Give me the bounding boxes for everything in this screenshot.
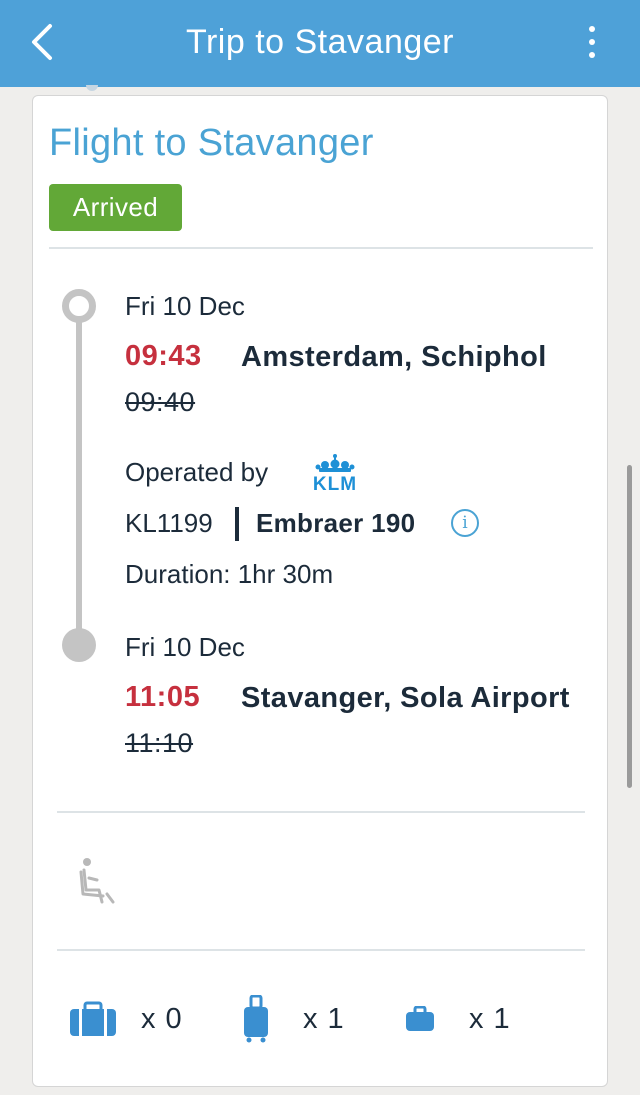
departure-time-scheduled: 09:40 (125, 387, 196, 417)
departure-node (62, 289, 96, 323)
departure-place: Amsterdam, Schiphol (241, 341, 547, 373)
departure-time-actual: 09:43 (125, 340, 202, 372)
more-options-button[interactable] (584, 22, 600, 62)
checked-baggage[interactable]: x 0 (69, 994, 183, 1044)
app-header: Trip to Stavanger (0, 0, 640, 87)
info-icon: i (462, 513, 468, 533)
arrival-date: Fri 10 Dec (125, 632, 245, 662)
previous-card-edge (86, 85, 98, 91)
page-title: Trip to Stavanger (185, 23, 455, 61)
scrollbar[interactable] (627, 465, 632, 788)
divider (57, 949, 585, 951)
divider (57, 811, 585, 813)
klm-logo-icon: KLM (313, 454, 357, 492)
more-vertical-icon (589, 26, 595, 32)
departure-date: Fri 10 Dec (125, 291, 245, 321)
personal-item-count: x 1 (469, 1002, 511, 1035)
klm-logo-text: KLM (313, 474, 357, 492)
seat-icon[interactable] (77, 856, 121, 906)
separator (235, 507, 239, 541)
flight-title: Flight to Stavanger (49, 122, 374, 164)
aircraft-type: Embraer 190 (256, 508, 416, 538)
cabin-bag-count: x 1 (303, 1002, 345, 1035)
flight-number: KL1199 (125, 508, 213, 538)
checked-bag-count: x 0 (141, 1002, 183, 1035)
aircraft-info-button[interactable]: i (451, 509, 479, 537)
flight-duration: Duration: 1hr 30m (125, 559, 334, 589)
checked-bag-icon (70, 1001, 116, 1036)
divider (49, 247, 593, 249)
flight-card: Flight to Stavanger Arrived Fri 10 Dec 0… (32, 95, 608, 1087)
cabin-baggage[interactable]: x 1 (243, 994, 345, 1044)
operated-by-label: Operated by (125, 457, 269, 487)
status-badge: Arrived (49, 184, 182, 231)
arrival-place: Stavanger, Sola Airport (241, 682, 570, 714)
arrival-time-actual: 11:05 (125, 681, 201, 713)
arrival-time-scheduled: 11:10 (125, 728, 194, 758)
personal-item[interactable]: x 1 (405, 994, 511, 1044)
cabin-trolley-icon (244, 995, 268, 1043)
timeline-line (76, 304, 82, 644)
personal-item-icon (406, 1006, 434, 1031)
arrival-node (62, 628, 96, 662)
